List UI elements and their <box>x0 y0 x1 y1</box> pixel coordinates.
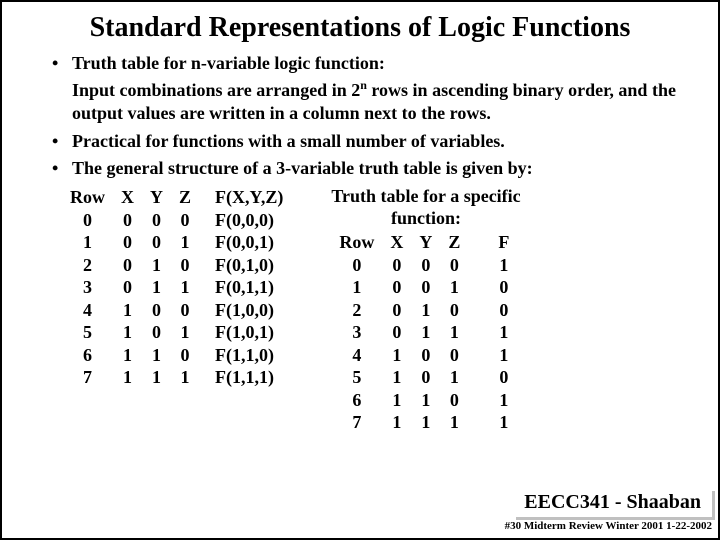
table-row: 5101F(1,0,1) <box>62 321 291 344</box>
table-row: 30111 <box>331 321 517 344</box>
bullet-dot-icon: • <box>52 157 72 180</box>
table-row: 2010F(0,1,0) <box>62 254 291 277</box>
col-y: Y <box>142 186 171 209</box>
footer: EECC341 - Shaaban #30 Midterm Review Win… <box>505 488 712 532</box>
table-row: 00001 <box>331 254 517 277</box>
bullet-list: • Truth table for n-variable logic funct… <box>52 52 688 180</box>
table-row: 41001 <box>331 344 517 367</box>
slide: Standard Representations of Logic Functi… <box>0 0 720 540</box>
col-f: F <box>468 231 517 254</box>
bullet-dot-icon: • <box>52 52 72 75</box>
superscript-n: n <box>360 78 367 92</box>
table-header-row: Row X Y Z F <box>331 231 517 254</box>
indent-part-a: Input combinations are arranged in 2 <box>72 80 360 100</box>
col-z: Z <box>171 186 199 209</box>
table-row: 3011F(0,1,1) <box>62 276 291 299</box>
bullet-text: The general structure of a 3-variable tr… <box>72 157 688 180</box>
table: Row X Y Z F(X,Y,Z) 0000F(0,0,0) 1001F(0,… <box>62 186 291 389</box>
col-f: F(X,Y,Z) <box>199 186 291 209</box>
table-row: 71111 <box>331 411 517 434</box>
col-x: X <box>113 186 142 209</box>
bullet-item: • The general structure of a 3-variable … <box>52 157 688 180</box>
course-label: EECC341 - Shaaban <box>513 488 712 517</box>
table-row: 6110F(1,1,0) <box>62 344 291 367</box>
tables-row: Row X Y Z F(X,Y,Z) 0000F(0,0,0) 1001F(0,… <box>62 186 688 434</box>
table-row: 7111F(1,1,1) <box>62 366 291 389</box>
col-row: Row <box>331 231 382 254</box>
bullet-text: Practical for functions with a small num… <box>72 130 688 153</box>
table-row: 0000F(0,0,0) <box>62 209 291 232</box>
indented-text: Input combinations are arranged in 2n ro… <box>72 78 688 124</box>
table-row: 4100F(1,0,0) <box>62 299 291 322</box>
table-row: 61101 <box>331 389 517 412</box>
bullet-text: Truth table for n-variable logic functio… <box>72 52 688 75</box>
general-truth-table: Row X Y Z F(X,Y,Z) 0000F(0,0,0) 1001F(0,… <box>62 186 291 434</box>
specific-truth-table: Truth table for a specific function: Row… <box>331 186 520 434</box>
table-header-row: Row X Y Z F(X,Y,Z) <box>62 186 291 209</box>
col-x: X <box>382 231 411 254</box>
table-row: 20100 <box>331 299 517 322</box>
bullet-item: • Practical for functions with a small n… <box>52 130 688 153</box>
bullet-item: • Truth table for n-variable logic funct… <box>52 52 688 75</box>
page-info: #30 Midterm Review Winter 2001 1-22-2002 <box>505 520 712 532</box>
table2-title: Truth table for a specific function: <box>331 186 520 229</box>
table: Row X Y Z F 00001 10010 20100 30111 4100… <box>331 231 517 434</box>
table-row: 10010 <box>331 276 517 299</box>
col-z: Z <box>440 231 468 254</box>
bullet-dot-icon: • <box>52 130 72 153</box>
table-row: 1001F(0,0,1) <box>62 231 291 254</box>
table-row: 51010 <box>331 366 517 389</box>
col-row: Row <box>62 186 113 209</box>
slide-title: Standard Representations of Logic Functi… <box>22 12 698 44</box>
col-y: Y <box>411 231 440 254</box>
